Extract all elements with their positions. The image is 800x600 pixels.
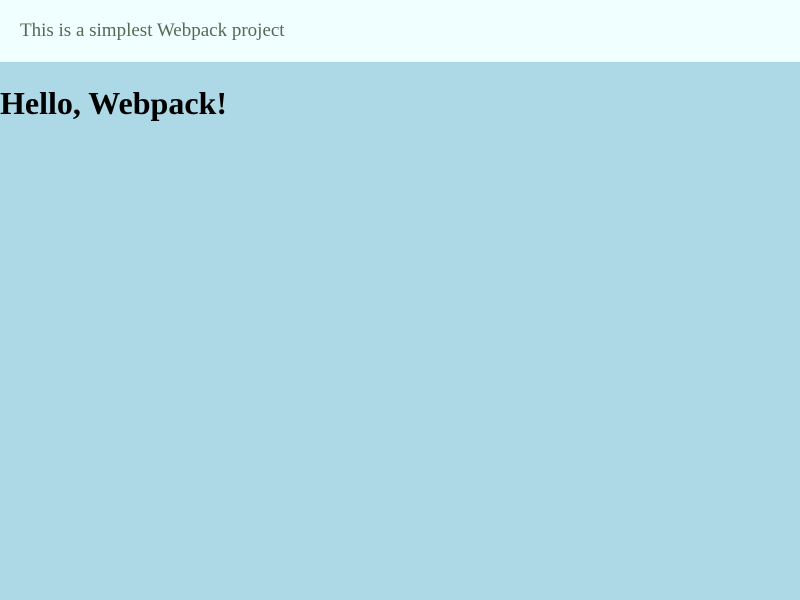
main-content: Hello, Webpack! [0,62,800,121]
top-banner: This is a simplest Webpack project [0,0,800,62]
page-heading: Hello, Webpack! [0,85,227,121]
banner-text: This is a simplest Webpack project [20,20,285,41]
